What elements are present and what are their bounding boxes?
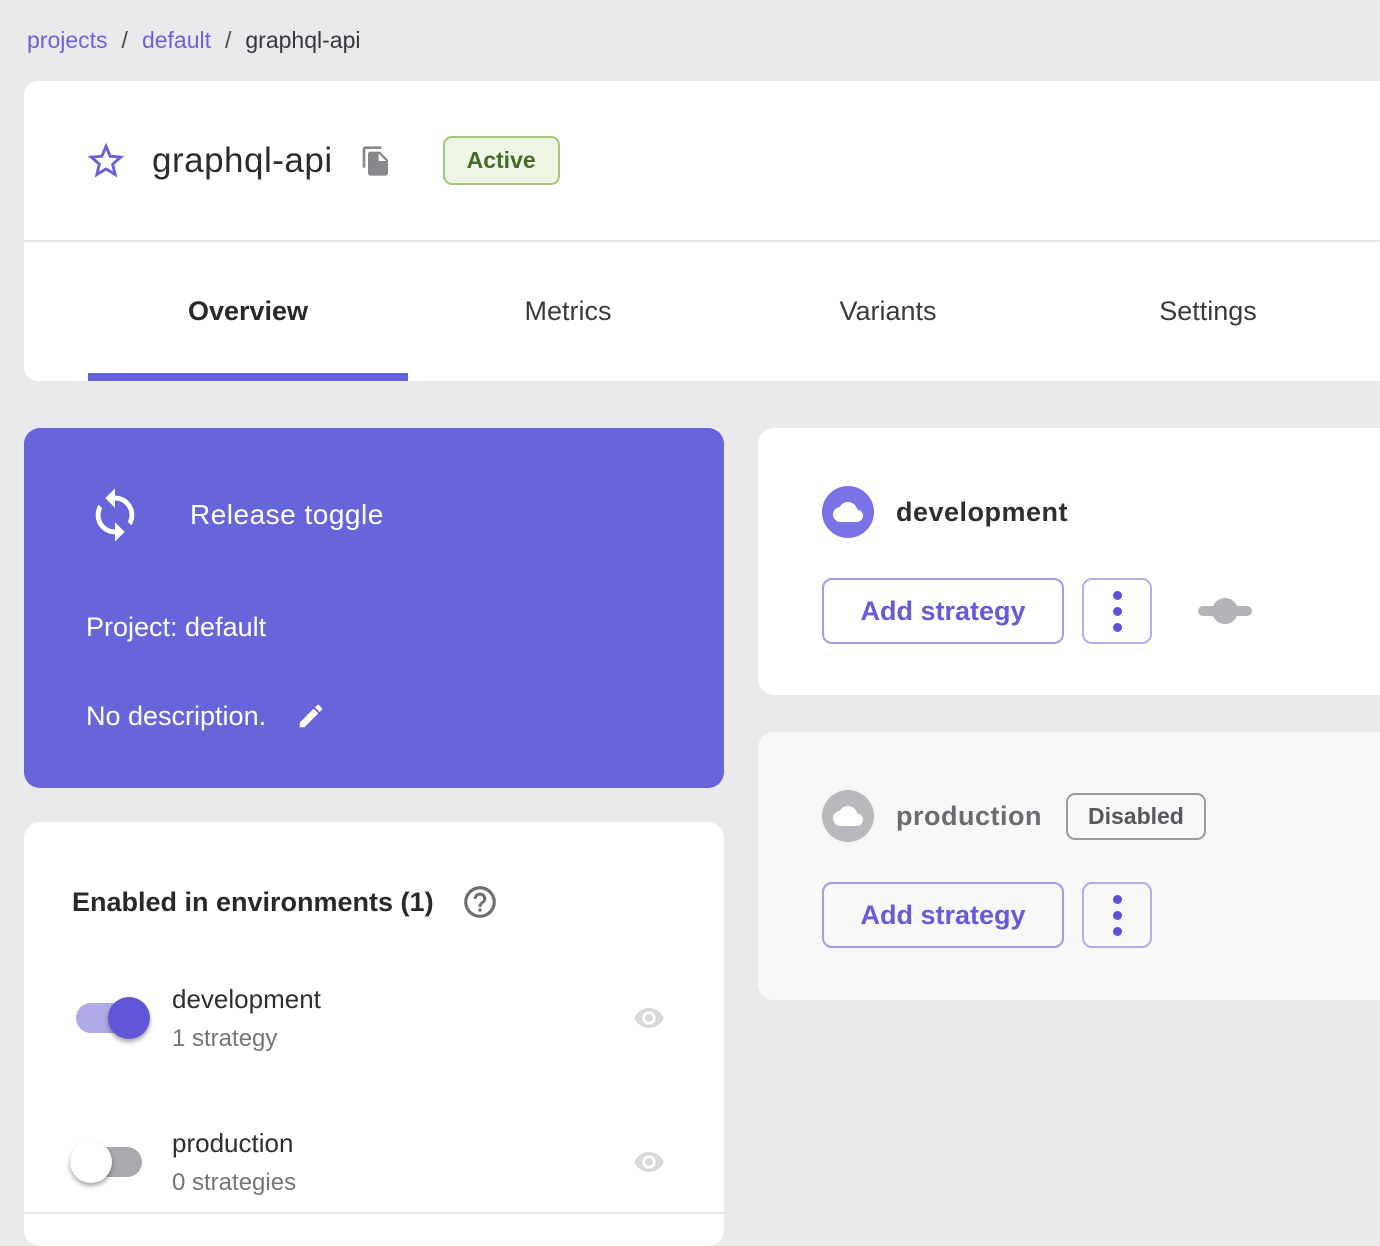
production-environment-card: production Disabled Add strategy bbox=[758, 732, 1380, 1000]
environment-avatar bbox=[822, 790, 874, 842]
feature-header-card: graphql-api Active Overview Metrics Vari… bbox=[24, 81, 1380, 381]
tab-metrics[interactable]: Metrics bbox=[408, 242, 728, 381]
production-toggle[interactable] bbox=[70, 1138, 152, 1186]
active-tab-indicator bbox=[88, 373, 408, 381]
tab-label: Overview bbox=[187, 296, 309, 326]
favorite-button[interactable] bbox=[84, 139, 128, 183]
toggle-type-label: Release toggle bbox=[190, 499, 384, 530]
strategy-slider-icon[interactable] bbox=[1198, 597, 1252, 625]
toggle-thumb bbox=[108, 997, 150, 1039]
help-button[interactable] bbox=[460, 882, 500, 922]
star-icon bbox=[87, 142, 125, 177]
cloud-icon bbox=[833, 806, 863, 826]
right-column: development Add strategy production Disa… bbox=[758, 428, 1380, 1000]
tab-settings[interactable]: Settings bbox=[1048, 242, 1368, 381]
breadcrumb-default-link[interactable]: default bbox=[142, 27, 211, 54]
toggle-thumb bbox=[70, 1141, 112, 1183]
copy-icon bbox=[362, 145, 388, 176]
release-toggle-card: Release toggle Project: default No descr… bbox=[24, 428, 724, 788]
page-title: graphql-api bbox=[152, 140, 333, 180]
environment-menu-button[interactable] bbox=[1082, 882, 1152, 948]
breadcrumb-separator: / bbox=[121, 27, 128, 53]
tab-label: Variants bbox=[839, 296, 937, 326]
copy-button[interactable] bbox=[359, 144, 393, 178]
environment-row-production: production 0 strategies bbox=[70, 1114, 672, 1210]
strategy-count: 0 strategies bbox=[172, 1168, 297, 1196]
enabled-environments-title: Enabled in environments (1) bbox=[72, 886, 434, 917]
pencil-icon bbox=[299, 704, 323, 728]
strategy-count: 1 strategy bbox=[172, 1024, 278, 1052]
environment-name: development bbox=[172, 983, 321, 1014]
environment-card-title: development bbox=[896, 496, 1069, 527]
cloud-icon bbox=[833, 502, 863, 522]
kebab-icon bbox=[1112, 606, 1122, 616]
enabled-environments-panel: Enabled in environments (1) development … bbox=[24, 822, 724, 1246]
tab-variants[interactable]: Variants bbox=[728, 242, 1048, 381]
eye-icon bbox=[634, 1152, 664, 1172]
kebab-icon bbox=[1112, 910, 1122, 920]
kebab-icon bbox=[1112, 926, 1122, 936]
view-environment-button[interactable] bbox=[626, 1145, 672, 1179]
environment-name: production bbox=[172, 1127, 294, 1158]
tab-label: Metrics bbox=[524, 296, 612, 326]
tab-bar: Overview Metrics Variants Settings bbox=[24, 242, 1380, 381]
feature-title-row: graphql-api Active bbox=[24, 81, 1380, 242]
breadcrumb: projects / default / graphql-api bbox=[0, 0, 1380, 54]
tab-label: Settings bbox=[1159, 296, 1257, 326]
eye-icon bbox=[634, 1008, 664, 1028]
kebab-icon bbox=[1112, 590, 1122, 600]
environment-row-development: development 1 strategy bbox=[72, 970, 672, 1066]
tab-overview[interactable]: Overview bbox=[88, 242, 408, 381]
add-strategy-button[interactable]: Add strategy bbox=[822, 882, 1064, 948]
environment-avatar bbox=[822, 486, 874, 538]
disabled-badge: Disabled bbox=[1065, 792, 1206, 840]
kebab-icon bbox=[1112, 894, 1122, 904]
kebab-icon bbox=[1112, 622, 1122, 632]
environment-card-title: production bbox=[896, 800, 1042, 831]
status-badge: Active bbox=[442, 136, 560, 185]
add-strategy-button[interactable]: Add strategy bbox=[822, 578, 1064, 644]
project-label: Project: default bbox=[86, 612, 267, 642]
breadcrumb-current-page: graphql-api bbox=[245, 27, 361, 53]
question-icon bbox=[463, 886, 496, 918]
left-column: Release toggle Project: default No descr… bbox=[24, 428, 724, 1246]
panel-divider bbox=[24, 1212, 724, 1214]
development-environment-card: development Add strategy bbox=[758, 428, 1380, 695]
breadcrumb-projects-link[interactable]: projects bbox=[27, 27, 108, 54]
development-toggle[interactable] bbox=[72, 994, 152, 1042]
loop-icon bbox=[95, 488, 135, 542]
description-text: No description. bbox=[86, 700, 267, 731]
view-environment-button[interactable] bbox=[626, 1001, 672, 1035]
environment-menu-button[interactable] bbox=[1082, 578, 1152, 644]
edit-description-button[interactable] bbox=[294, 699, 328, 733]
breadcrumb-separator: / bbox=[225, 27, 232, 53]
